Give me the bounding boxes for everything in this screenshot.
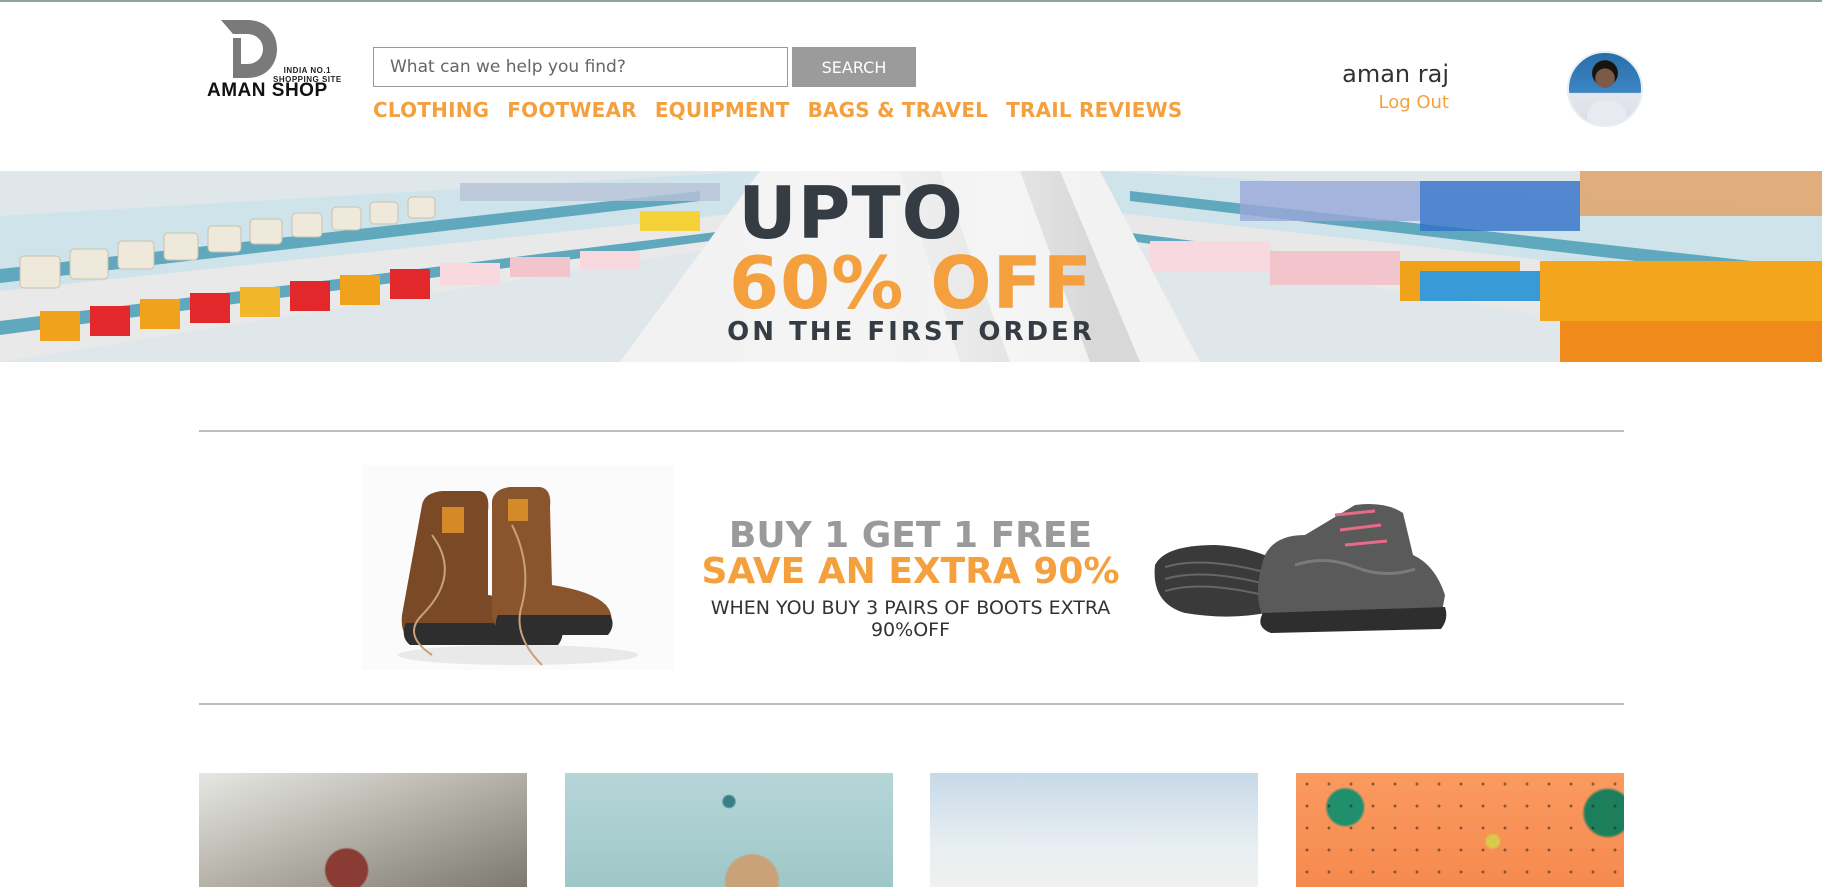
category-card[interactable] xyxy=(565,773,893,887)
logo-d-mark xyxy=(221,20,277,78)
logo-brand-name: AMAN SHOP xyxy=(207,80,328,101)
promo-description: WHEN YOU BUY 3 PAIRS OF BOOTS EXTRA 90%O… xyxy=(710,597,1111,641)
search-input[interactable] xyxy=(373,47,788,87)
category-card[interactable] xyxy=(199,773,527,887)
nav-item-equipment[interactable]: EQUIPMENT xyxy=(655,98,790,122)
promo-title: BUY 1 GET 1 FREE xyxy=(728,515,1093,556)
nav-item-footwear[interactable]: FOOTWEAR xyxy=(507,98,637,122)
nav-item-bags-travel[interactable]: BAGS & TRAVEL xyxy=(808,98,989,122)
hero-discount: 60% OFF xyxy=(729,241,1093,325)
category-card[interactable] xyxy=(1296,773,1624,887)
logout-link[interactable]: Log Out xyxy=(1249,92,1449,113)
nav-item-clothing[interactable]: CLOTHING xyxy=(373,98,489,122)
avatar[interactable] xyxy=(1567,51,1643,127)
divider xyxy=(199,430,1624,432)
hero-subtitle: ON THE FIRST ORDER xyxy=(727,317,1095,347)
grey-hiking-boot-image xyxy=(1145,495,1465,640)
site-header: INDIA NO.1SHOPPING SITE AMAN SHOP SEARCH… xyxy=(0,2,1822,171)
search-button[interactable]: SEARCH xyxy=(792,47,916,87)
promo-highlight: SAVE AN EXTRA 90% xyxy=(701,551,1120,592)
main-nav: CLOTHING FOOTWEAR EQUIPMENT BAGS & TRAVE… xyxy=(373,98,1201,122)
brown-boots-image xyxy=(362,465,674,670)
user-name: aman raj xyxy=(1342,60,1449,88)
hero-banner[interactable]: UPTO 60% OFF ON THE FIRST ORDER xyxy=(0,171,1822,362)
category-card[interactable] xyxy=(930,773,1258,887)
nav-item-trail-reviews[interactable]: TRAIL REVIEWS xyxy=(1006,98,1182,122)
divider xyxy=(199,703,1624,705)
site-logo[interactable]: INDIA NO.1 SHOPPING SITE AMAN SHOP xyxy=(203,20,353,105)
climbing-wall-pattern xyxy=(1296,773,1624,887)
